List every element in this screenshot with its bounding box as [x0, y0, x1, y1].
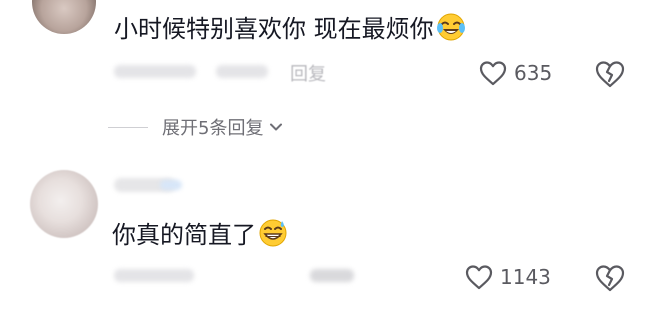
chevron-down-icon	[270, 123, 283, 131]
comment-text-content: 小时候特别喜欢你 现在最烦你	[114, 15, 434, 43]
like-count: 1143	[500, 265, 551, 289]
blurred-badge	[160, 180, 182, 190]
like-button[interactable]: 1143	[464, 260, 551, 294]
like-count: 635	[514, 61, 553, 85]
comment-item: 你真的简直了 1143	[0, 160, 660, 310]
expand-replies-button[interactable]: 展开5条回复	[108, 112, 285, 142]
face-with-tears-of-joy-icon	[436, 12, 466, 50]
blurred-timestamp	[114, 269, 194, 282]
heart-icon	[465, 265, 493, 290]
comment-text: 小时候特别喜欢你 现在最烦你	[114, 12, 466, 50]
grinning-face-with-sweat-icon	[258, 218, 288, 256]
dislike-button[interactable]	[594, 58, 626, 90]
blurred-location	[216, 65, 268, 78]
reply-button[interactable]: 回复	[290, 60, 326, 86]
expand-replies-label: 展开5条回复	[162, 118, 264, 139]
broken-heart-icon	[595, 265, 625, 292]
blurred-timestamp	[114, 65, 196, 78]
comment-item: 小时候特别喜欢你 现在最烦你 回复 635 展开5条回复	[0, 0, 660, 150]
avatar[interactable]	[32, 0, 96, 34]
like-button[interactable]: 635	[478, 56, 552, 90]
comment-text: 你真的简直了	[112, 218, 288, 256]
avatar[interactable]	[30, 170, 98, 238]
dislike-button[interactable]	[594, 262, 626, 294]
blurred-reply-label[interactable]	[310, 269, 354, 282]
heart-icon	[479, 61, 507, 86]
comment-text-content: 你真的简直了	[112, 221, 256, 249]
broken-heart-icon	[595, 61, 625, 88]
divider	[108, 126, 148, 128]
